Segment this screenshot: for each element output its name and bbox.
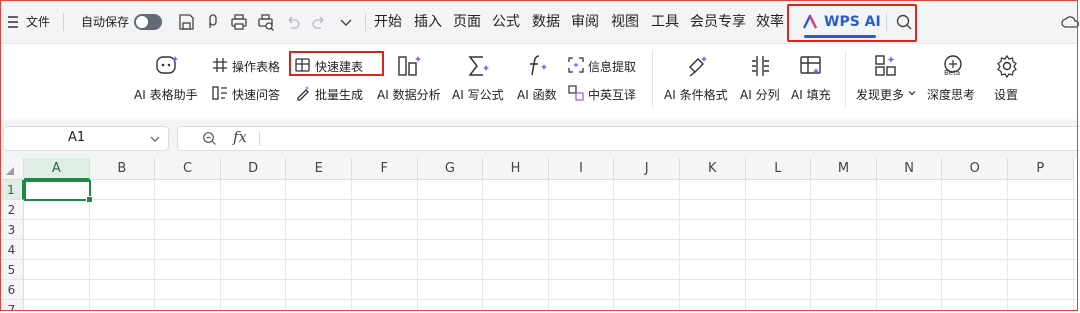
screenshot-border [0,0,1078,311]
